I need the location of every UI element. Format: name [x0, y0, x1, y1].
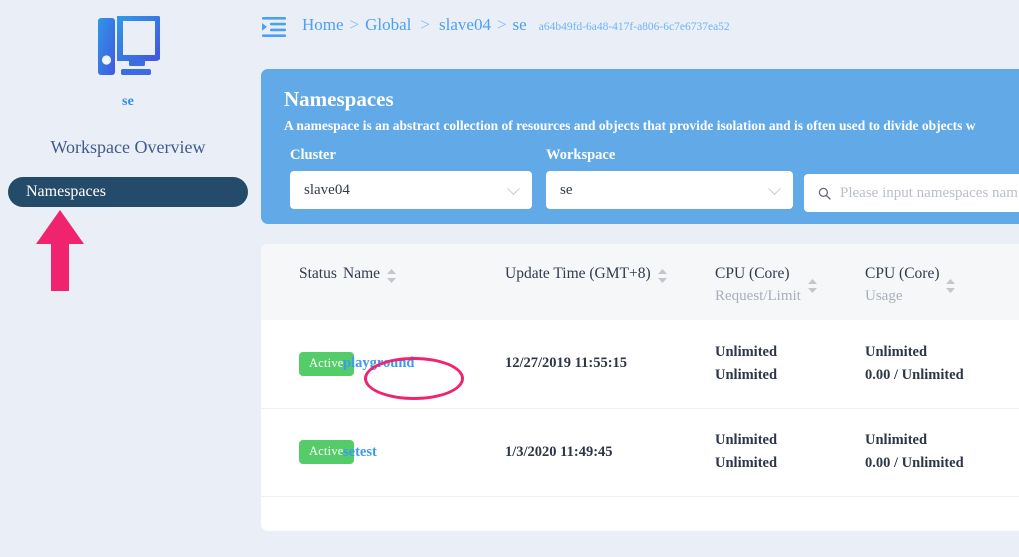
namespace-link-playground[interactable]: playground	[343, 355, 414, 371]
cpu-usage-total: Unlimited	[865, 343, 928, 360]
column-header-cpu-request-limit[interactable]: CPU (Core) Request/Limit	[715, 244, 865, 320]
page-title: Namespaces	[284, 87, 394, 111]
cell-cpu-request-limit: Unlimited Unlimited	[715, 408, 865, 496]
cell-cpu-usage: Unlimited 0.00 / Unlimited	[865, 320, 1019, 408]
workspace-name: se	[121, 94, 135, 109]
cell-status: Active	[261, 408, 354, 496]
workspace-field: Workspace se	[546, 147, 793, 209]
column-sublabel: Request/Limit	[715, 288, 801, 304]
table-row[interactable]: Active playground 12/27/2019 11:55:15 Un…	[261, 320, 1019, 408]
column-header-update-time[interactable]: Update Time (GMT+8)	[505, 244, 715, 320]
pink-up-arrow-annotation	[36, 210, 84, 291]
page-description: A namespace is an abstract collection of…	[284, 118, 976, 133]
workspace-logo	[0, 16, 256, 82]
search-input-placeholder: Please input namespaces nam	[840, 184, 1018, 201]
namespaces-page: se Workspace Overview Namespaces Home > …	[0, 0, 1019, 557]
breadcrumb-item-global[interactable]: Global	[365, 15, 411, 35]
breadcrumb: Home > Global > slave04 > se a64b49fd-6a…	[302, 15, 730, 35]
namespaces-table: Status Name Update Time (GMT+8) CPU (Cor…	[261, 244, 1019, 497]
column-label: Status	[299, 265, 337, 282]
sort-icon[interactable]	[807, 279, 817, 293]
cpu-usage-total: Unlimited	[865, 432, 928, 448]
namespace-link-setest[interactable]: setest	[343, 444, 377, 460]
cell-name: setest	[343, 408, 505, 496]
breadcrumb-separator: >	[349, 15, 360, 34]
cell-update-time: 1/3/2020 11:49:45	[505, 443, 613, 460]
cell-status: Active	[261, 320, 354, 408]
main-content: Home > Global > slave04 > se a64b49fd-6a…	[256, 0, 1019, 557]
sort-icon[interactable]	[387, 269, 397, 283]
sort-icon[interactable]	[657, 269, 667, 283]
topbar: Home > Global > slave04 > se a64b49fd-6a…	[256, 0, 1019, 56]
menu-fold-icon[interactable]	[261, 16, 287, 38]
cell-name: playground	[343, 320, 505, 408]
chevron-down-icon	[768, 182, 781, 196]
cpu-request: Unlimited	[715, 343, 778, 360]
workspace-selected-value: se	[560, 181, 573, 198]
sidebar-item-label: Namespaces	[26, 183, 106, 200]
breadcrumb-item-se[interactable]: se	[513, 15, 527, 35]
sidebar-item-namespaces[interactable]: Namespaces	[8, 177, 248, 207]
column-label: Name	[343, 265, 381, 282]
table-header: Status Name Update Time (GMT+8) CPU (Cor…	[261, 244, 1019, 320]
cluster-select[interactable]: slave04	[290, 171, 532, 209]
column-header-name[interactable]: Name	[343, 244, 505, 320]
column-header-cpu-usage[interactable]: CPU (Core) Usage	[865, 244, 1019, 320]
workspace-select[interactable]: se	[546, 171, 793, 209]
cpu-limit: Unlimited	[715, 366, 778, 383]
breadcrumb-separator: >	[420, 15, 431, 34]
namespaces-banner: Namespaces A namespace is an abstract co…	[261, 69, 1019, 224]
column-label: Update Time (GMT+8)	[505, 265, 651, 282]
cluster-field: Cluster slave04	[290, 147, 532, 209]
cell-update-time: 12/27/2019 11:55:15	[505, 355, 628, 372]
breadcrumb-item-slave04[interactable]: slave04	[439, 15, 491, 35]
namespace-search[interactable]: Please input namespaces nam	[804, 174, 1019, 212]
cpu-usage-detail: 0.00 / Unlimited	[865, 366, 964, 383]
table-row[interactable]: Active setest 1/3/2020 11:49:45 Unlimite…	[261, 408, 1019, 496]
column-label: CPU (Core)	[865, 265, 940, 282]
table-header-row: Status Name Update Time (GMT+8) CPU (Cor…	[261, 244, 1019, 320]
cluster-label: Cluster	[290, 147, 336, 163]
sidebar-item-workspace-overview[interactable]: Workspace Overview	[0, 137, 256, 158]
cpu-request: Unlimited	[715, 432, 778, 448]
namespaces-table-card: Status Name Update Time (GMT+8) CPU (Cor…	[261, 244, 1019, 531]
cluster-selected-value: slave04	[304, 181, 350, 198]
breadcrumb-separator: >	[496, 15, 507, 34]
cpu-usage-detail: 0.00 / Unlimited	[865, 455, 964, 471]
chevron-down-icon	[507, 182, 520, 196]
desktop-computer-icon	[98, 16, 160, 75]
column-sublabel: Usage	[865, 288, 903, 304]
breadcrumb-uuid: a64b49fd-6a48-417f-a806-6c7e6737ea52	[538, 21, 730, 33]
column-label: CPU (Core)	[715, 265, 790, 282]
cell-cpu-usage: Unlimited 0.00 / Unlimited	[865, 408, 1019, 496]
workspace-label: Workspace	[546, 147, 616, 163]
sidebar: se Workspace Overview Namespaces	[0, 0, 256, 557]
column-header-status: Status	[261, 244, 343, 320]
search-icon	[818, 187, 831, 200]
table-body: Active playground 12/27/2019 11:55:15 Un…	[261, 320, 1019, 496]
sort-icon[interactable]	[946, 279, 956, 293]
cell-cpu-request-limit: Unlimited Unlimited	[715, 320, 865, 408]
cpu-limit: Unlimited	[715, 455, 778, 471]
breadcrumb-item-home[interactable]: Home	[302, 15, 344, 35]
